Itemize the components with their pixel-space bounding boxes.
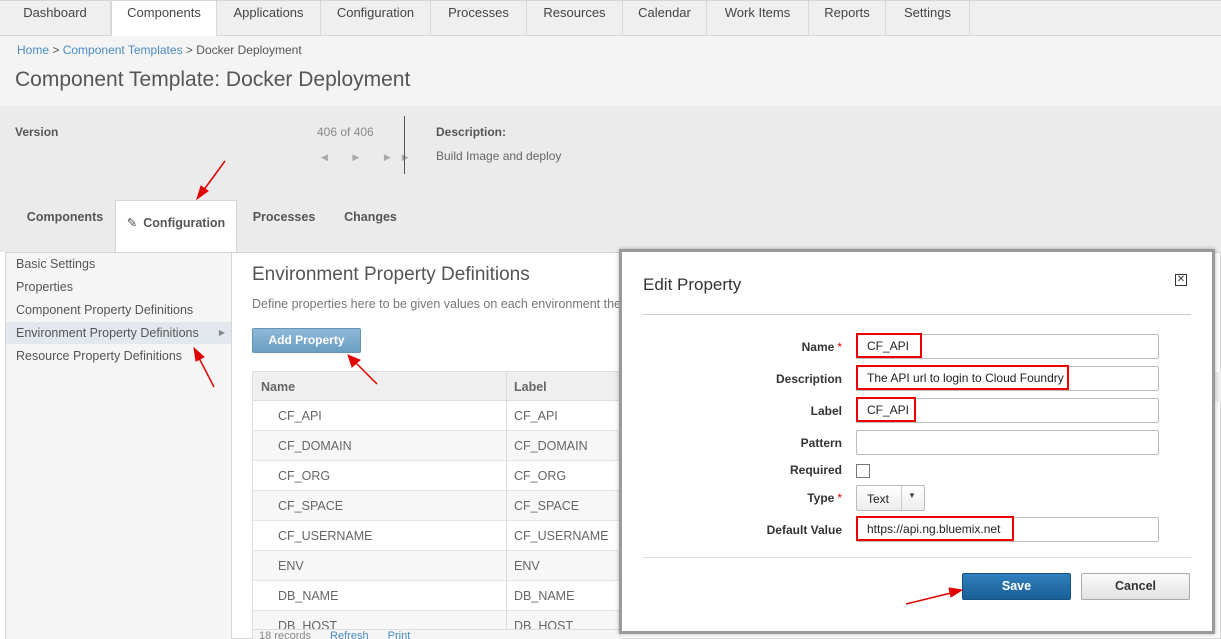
cell-label: CF_ORG: [514, 469, 567, 483]
nav-tab-components[interactable]: Components: [111, 1, 217, 38]
name-field[interactable]: CF_API: [856, 334, 1159, 359]
nav-tab-applications[interactable]: Applications: [217, 1, 321, 36]
required-marker: *: [837, 340, 842, 354]
table-header: Name Label: [253, 371, 622, 401]
tab-processes[interactable]: Processes: [237, 201, 331, 235]
page-header: Home > Component Templates > Docker Depl…: [0, 36, 1221, 106]
sidebar-item-label: Environment Property Definitions: [16, 326, 199, 340]
tab-configuration[interactable]: ✎ Configuration: [115, 200, 237, 252]
cell-label: DB_NAME: [514, 589, 575, 603]
chevron-down-icon: ▼: [908, 491, 916, 500]
cell-label: CF_SPACE: [514, 499, 580, 513]
nav-tab-configuration[interactable]: Configuration: [321, 1, 431, 36]
section-description: Define properties here to be given value…: [252, 297, 622, 311]
version-count: 406 of 406: [317, 125, 374, 139]
section-title: Environment Property Definitions: [252, 264, 530, 285]
name-field-label: Name *: [801, 340, 842, 354]
table-header-right: [1215, 372, 1221, 402]
version-label: Version: [15, 125, 59, 139]
required-field-label: Required: [789, 463, 842, 477]
breadcrumb-separator: >: [185, 43, 193, 57]
cell-label: ENV: [514, 559, 540, 573]
cell-name: CF_ORG: [278, 469, 331, 483]
required-marker: *: [837, 491, 842, 505]
record-count: 18 records: [259, 630, 311, 639]
breadcrumb: Home > Component Templates > Docker Depl…: [17, 43, 302, 57]
edit-property-dialog: Edit Property ✕ Name * CF_API Description…: [619, 249, 1215, 634]
table-row[interactable]: CF_USERNAME CF_USERNAME: [253, 521, 622, 551]
add-property-button[interactable]: Add Property: [252, 328, 361, 353]
column-divider: [506, 371, 507, 639]
close-icon[interactable]: ✕: [1175, 274, 1187, 286]
nav-tab-processes[interactable]: Processes: [431, 1, 527, 36]
type-field-label: Type *: [807, 491, 842, 505]
cell-label: CF_DOMAIN: [514, 439, 588, 453]
nav-tab-calendar[interactable]: Calendar: [623, 1, 707, 36]
cell-name: CF_SPACE: [278, 499, 344, 513]
default-value-field-label: Default Value: [766, 523, 842, 537]
pencil-icon: ✎: [126, 216, 138, 230]
sidebar-item-resource-property-definitions[interactable]: Resource Property Definitions: [6, 345, 231, 367]
cell-label: CF_USERNAME: [514, 529, 609, 543]
nav-tab-settings[interactable]: Settings: [886, 1, 970, 36]
sidebar-item-properties[interactable]: Properties: [6, 276, 231, 298]
dialog-title: Edit Property: [643, 275, 742, 294]
sidebar-item-basic-settings[interactable]: Basic Settings: [6, 253, 231, 275]
description-field-label: Description: [775, 372, 842, 386]
description-field[interactable]: The API url to login to Cloud Foundry: [856, 366, 1159, 391]
cell-name: CF_API: [278, 409, 322, 423]
divider: [643, 314, 1191, 315]
breadcrumb-current: Docker Deployment: [196, 43, 302, 57]
default-value-field[interactable]: https://api.ng.bluemix.net: [856, 517, 1159, 542]
tab-changes[interactable]: Changes: [331, 201, 410, 235]
cell-name: CF_DOMAIN: [278, 439, 352, 453]
label-field-label: Label: [810, 404, 842, 418]
print-link[interactable]: Print: [388, 630, 411, 639]
breadcrumb-separator: >: [52, 43, 60, 57]
table-row[interactable]: CF_ORG CF_ORG: [253, 461, 622, 491]
pattern-field[interactable]: [856, 430, 1159, 455]
page-title: Component Template: Docker Deployment: [15, 68, 411, 91]
divider: [404, 116, 405, 174]
divider: [643, 557, 1191, 558]
table-row[interactable]: CF_SPACE CF_SPACE: [253, 491, 622, 521]
top-nav: Dashboard Components Applications Config…: [0, 0, 1221, 38]
tab-components[interactable]: Components: [15, 201, 115, 235]
tab-configuration-label: Configuration: [143, 216, 226, 230]
cell-label: CF_API: [514, 409, 558, 423]
type-select-value: Text: [867, 492, 890, 506]
cell-name: DB_NAME: [278, 589, 339, 603]
config-sidebar: Basic Settings Properties Component Prop…: [6, 253, 232, 639]
type-select[interactable]: Text ▼: [856, 485, 925, 511]
template-info-panel: Version 406 of 406 ◀ ▶ ▶▶ Description: B…: [0, 106, 1221, 252]
column-header-label[interactable]: Label: [514, 380, 547, 394]
table-row[interactable]: ENV ENV: [253, 551, 622, 581]
nav-tab-dashboard[interactable]: Dashboard: [0, 1, 111, 36]
refresh-link[interactable]: Refresh: [330, 630, 369, 639]
column-header-name[interactable]: Name: [261, 380, 295, 394]
pattern-field-label: Pattern: [800, 436, 842, 450]
label-field[interactable]: CF_API: [856, 398, 1159, 423]
sidebar-item-environment-property-definitions[interactable]: Environment Property Definitions ▶: [6, 322, 231, 344]
property-definitions-table: Name Label CF_API CF_API CF_DOMAIN CF_DOMA…: [252, 371, 622, 639]
nav-tab-work-items[interactable]: Work Items: [707, 1, 809, 36]
breadcrumb-home-link[interactable]: Home: [17, 43, 49, 57]
chevron-right-icon: ▶: [218, 328, 225, 337]
table-row[interactable]: CF_DOMAIN CF_DOMAIN: [253, 431, 622, 461]
save-button[interactable]: Save: [962, 573, 1071, 600]
description-value: Build Image and deploy: [436, 149, 562, 163]
table-row[interactable]: DB_NAME DB_NAME: [253, 581, 622, 611]
cell-name: ENV: [278, 559, 304, 573]
sidebar-item-component-property-definitions[interactable]: Component Property Definitions: [6, 299, 231, 321]
table-footer: 18 records Refresh Print: [253, 629, 622, 639]
nav-tab-reports[interactable]: Reports: [809, 1, 886, 36]
cancel-button[interactable]: Cancel: [1081, 573, 1190, 600]
breadcrumb-templates-link[interactable]: Component Templates: [63, 43, 183, 57]
cell-name: CF_USERNAME: [278, 529, 373, 543]
divider: [901, 486, 902, 510]
required-checkbox[interactable]: [856, 464, 870, 478]
nav-tab-resources[interactable]: Resources: [527, 1, 623, 36]
description-label: Description:: [436, 125, 507, 139]
table-row[interactable]: CF_API CF_API: [253, 401, 622, 431]
